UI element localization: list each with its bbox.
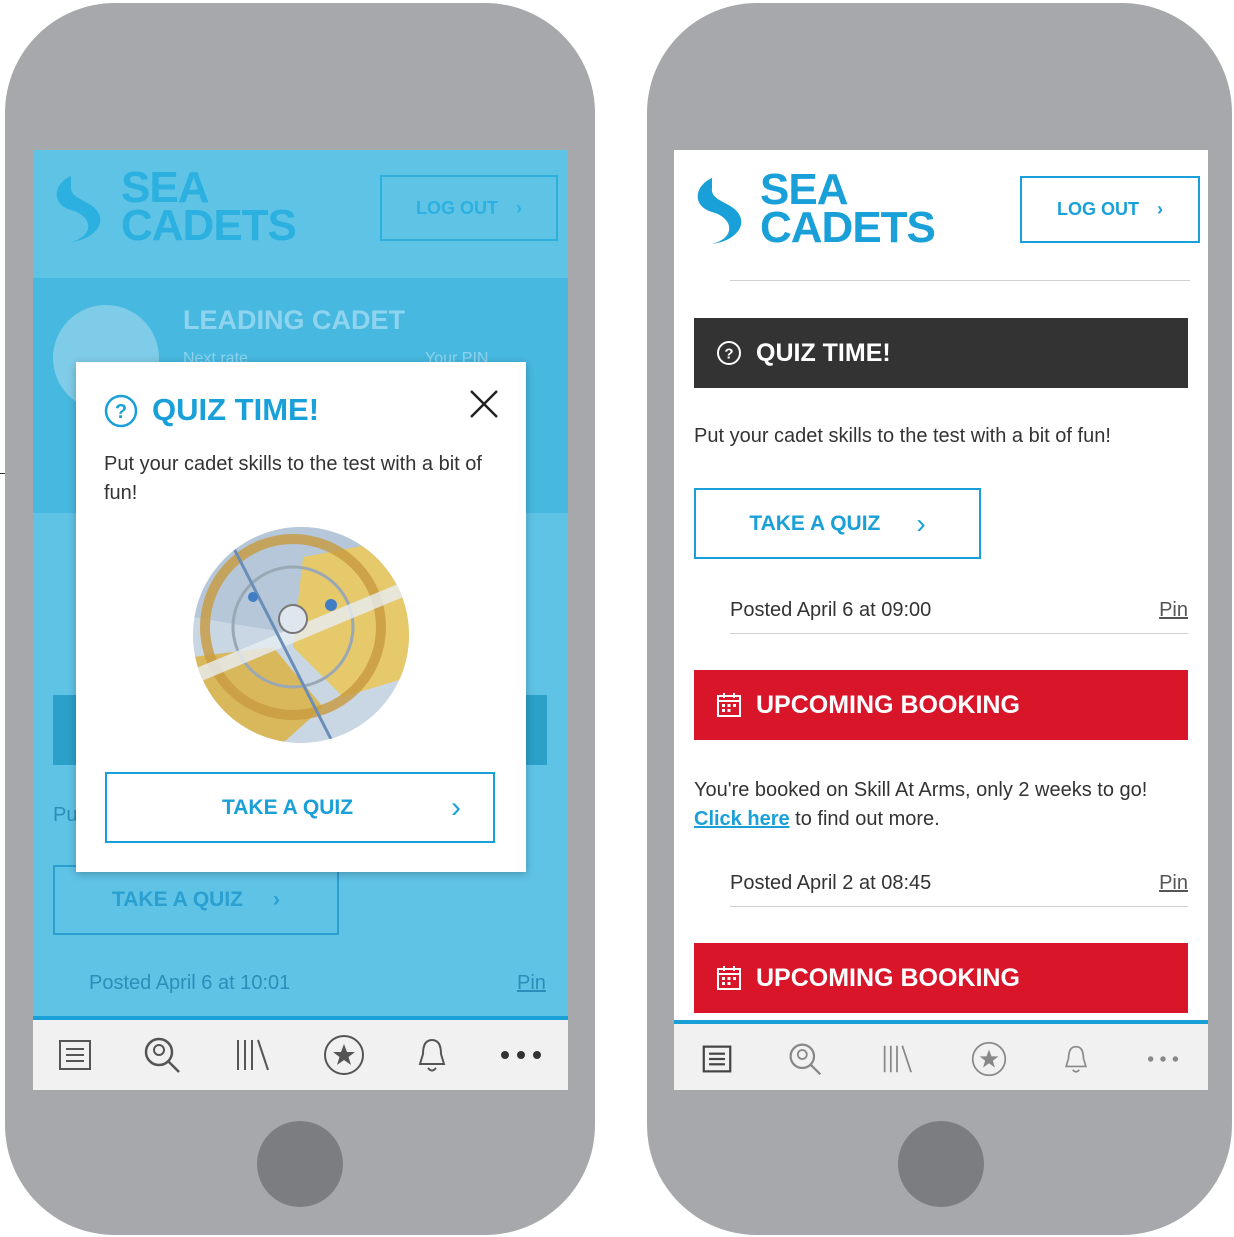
search-icon[interactable] bbox=[142, 1035, 182, 1075]
home-button[interactable] bbox=[898, 1121, 984, 1207]
logout-button[interactable]: LOG OUT › bbox=[380, 175, 558, 241]
news-list-icon[interactable] bbox=[702, 1044, 732, 1074]
logout-label: LOG OUT bbox=[416, 197, 498, 218]
calendar-icon bbox=[717, 966, 741, 990]
quiz-modal: ? QUIZ TIME! Put your cadet skills to th… bbox=[76, 362, 526, 872]
bottom-nav bbox=[674, 1020, 1208, 1090]
post-meta-row: Posted April 6 at 09:00 Pin bbox=[730, 588, 1188, 634]
quiz-banner-title: QUIZ TIME! bbox=[756, 338, 891, 367]
bg-posted: Posted April 6 at 10:01 bbox=[89, 972, 291, 994]
screen-right: SEA CADETS LOG OUT › ? QUIZ TIME! Put yo… bbox=[674, 150, 1208, 1090]
question-icon: ? bbox=[717, 341, 741, 365]
click-here-link[interactable]: Click here bbox=[694, 808, 790, 830]
take-quiz-button[interactable]: TAKE A QUIZ › bbox=[694, 488, 981, 559]
modal-title: QUIZ TIME! bbox=[152, 392, 320, 427]
more-icon[interactable] bbox=[499, 1049, 543, 1061]
booking-banner-title: UPCOMING BOOKING bbox=[756, 963, 1020, 992]
library-icon[interactable] bbox=[879, 1044, 915, 1074]
bg-take-quiz-label: TAKE A QUIZ bbox=[111, 888, 244, 911]
star-icon[interactable] bbox=[971, 1041, 1007, 1077]
logo-line2: CADETS bbox=[121, 201, 297, 250]
modal-take-quiz-button[interactable]: TAKE A QUIZ › bbox=[105, 772, 495, 843]
profile-rank: LEADING CADET bbox=[183, 305, 405, 335]
sea-cadets-logo-icon bbox=[56, 176, 101, 242]
chevron-right-icon: › bbox=[273, 888, 281, 911]
compass-chart-image bbox=[193, 527, 409, 743]
home-button[interactable] bbox=[257, 1121, 343, 1207]
booking-banner-title: UPCOMING BOOKING bbox=[756, 690, 1020, 719]
sea-cadets-logo-icon bbox=[697, 178, 742, 244]
bg-take-quiz-button: TAKE A QUIZ › bbox=[53, 865, 339, 935]
more-icon[interactable] bbox=[1146, 1054, 1180, 1064]
booking-banner: UPCOMING BOOKING bbox=[694, 943, 1188, 1013]
quiz-body: Put your cadet skills to the test with a… bbox=[694, 425, 1111, 447]
post-meta-row: Posted April 2 at 08:45 Pin bbox=[730, 861, 1188, 907]
header-divider bbox=[730, 280, 1190, 281]
question-icon: ? bbox=[104, 394, 138, 428]
close-icon[interactable] bbox=[468, 388, 500, 420]
chevron-right-icon: › bbox=[451, 790, 461, 824]
logout-button[interactable]: LOG OUT › bbox=[1020, 176, 1200, 243]
bg-pin: Pin bbox=[517, 972, 546, 994]
star-icon[interactable] bbox=[323, 1034, 365, 1076]
take-quiz-label: TAKE A QUIZ bbox=[749, 511, 881, 535]
pin-link[interactable]: Pin bbox=[1159, 872, 1188, 895]
bell-icon[interactable] bbox=[1062, 1043, 1090, 1075]
chevron-right-icon: › bbox=[1157, 199, 1163, 219]
library-icon[interactable] bbox=[232, 1038, 272, 1072]
booking-text: You're booked on Skill At Arms, only 2 w… bbox=[694, 779, 1148, 801]
pin-link[interactable]: Pin bbox=[1159, 599, 1188, 622]
chevron-right-icon: › bbox=[916, 507, 926, 539]
bg-text: Pu bbox=[53, 804, 78, 826]
quiz-banner: ? QUIZ TIME! bbox=[694, 318, 1188, 388]
bell-icon[interactable] bbox=[415, 1036, 449, 1074]
modal-take-quiz-label: TAKE A QUIZ bbox=[222, 795, 354, 819]
svg-text:?: ? bbox=[724, 346, 733, 363]
bottom-nav bbox=[33, 1016, 568, 1090]
booking-body: You're booked on Skill At Arms, only 2 w… bbox=[694, 776, 1194, 834]
modal-body: Put your cadet skills to the test with a… bbox=[104, 453, 482, 504]
logo-line2: CADETS bbox=[760, 203, 936, 252]
calendar-icon bbox=[717, 693, 741, 717]
search-icon[interactable] bbox=[787, 1041, 823, 1077]
posted-date: Posted April 6 at 09:00 bbox=[730, 599, 932, 621]
booking-banner: UPCOMING BOOKING bbox=[694, 670, 1188, 740]
svg-text:?: ? bbox=[115, 401, 127, 423]
news-list-icon[interactable] bbox=[58, 1039, 92, 1071]
chevron-right-icon: › bbox=[516, 197, 522, 218]
posted-date: Posted April 2 at 08:45 bbox=[730, 872, 932, 894]
logout-label: LOG OUT bbox=[1057, 199, 1139, 219]
find-out-text: to find out more. bbox=[789, 808, 940, 830]
